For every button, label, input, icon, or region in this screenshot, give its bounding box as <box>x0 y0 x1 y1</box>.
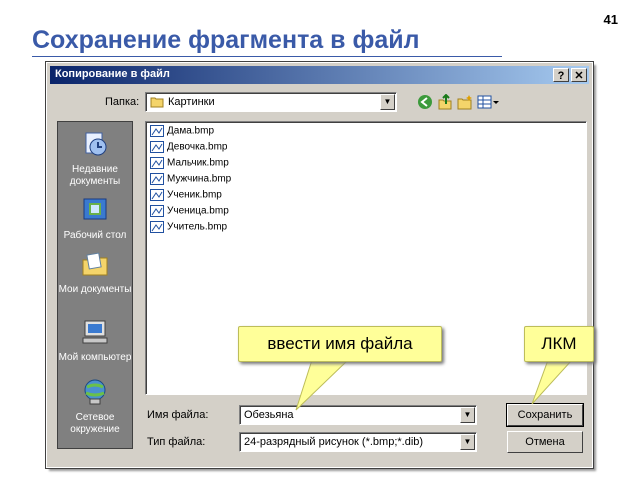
place-recent[interactable]: Недавние документы <box>58 130 132 188</box>
filename-value: Обезьяна <box>244 409 294 421</box>
place-label: Сетевое окружение <box>70 412 120 435</box>
list-item[interactable]: Мужчина.bmp <box>150 173 231 189</box>
folder-icon <box>150 97 164 108</box>
list-item[interactable]: Ученица.bmp <box>150 205 229 221</box>
cancel-button[interactable]: Отмена <box>507 431 583 453</box>
help-button[interactable]: ? <box>553 68 569 82</box>
save-button[interactable]: Сохранить <box>506 403 584 427</box>
list-item[interactable]: Ученик.bmp <box>150 189 222 205</box>
list-item[interactable]: Дама.bmp <box>150 125 214 141</box>
slide-title: Сохранение фрагмента в файл <box>32 26 420 54</box>
places-bar: Недавние документы Рабочий стол Мои доку… <box>57 121 133 449</box>
bitmap-file-icon <box>150 125 164 137</box>
network-icon <box>84 379 106 405</box>
folder-combo[interactable]: Картинки ▼ <box>145 92 397 112</box>
filename-label: Имя файла: <box>147 409 209 421</box>
file-name: Ученица.bmp <box>167 205 229 217</box>
place-network[interactable]: Сетевое окружение <box>58 378 132 436</box>
file-name: Мужчина.bmp <box>167 173 232 185</box>
callout-click: ЛКМ <box>524 326 594 362</box>
file-name: Дама.bmp <box>167 125 215 137</box>
folder-value: Картинки <box>168 96 215 108</box>
my-computer-icon <box>82 320 108 344</box>
place-label: Недавние документы <box>69 164 121 187</box>
bitmap-file-icon <box>150 189 164 201</box>
my-documents-icon <box>82 252 108 276</box>
filetype-value: 24-разрядный рисунок (*.bmp;*.dib) <box>244 436 424 448</box>
desktop-icon <box>83 198 107 220</box>
bitmap-file-icon <box>150 157 164 169</box>
file-name: Мальчик.bmp <box>167 157 229 169</box>
place-desktop[interactable]: Рабочий стол <box>58 196 132 242</box>
dialog-title: Копирование в файл <box>55 68 170 80</box>
filetype-label: Тип файла: <box>147 436 206 448</box>
file-name: Ученик.bmp <box>167 189 222 201</box>
folder-label: Папка: <box>105 96 140 108</box>
filename-input[interactable]: Обезьяна ▼ <box>239 405 477 425</box>
chevron-down-icon[interactable]: ▼ <box>380 94 395 110</box>
up-folder-icon[interactable] <box>437 94 453 110</box>
dialog-titlebar[interactable]: Копирование в файл ? ✕ <box>50 66 589 84</box>
recent-documents-icon <box>85 132 107 156</box>
file-name: Девочка.bmp <box>167 141 228 153</box>
place-label: Мой компьютер <box>58 352 132 363</box>
list-item[interactable]: Девочка.bmp <box>150 141 227 157</box>
new-folder-icon[interactable] <box>457 94 473 110</box>
list-item[interactable]: Мальчик.bmp <box>150 157 229 173</box>
back-icon[interactable] <box>417 94 433 110</box>
save-dialog: Копирование в файл ? ✕ Папка: Картинки ▼… <box>45 61 594 469</box>
bitmap-file-icon <box>150 173 164 185</box>
list-item[interactable]: Учитель.bmp <box>150 221 227 237</box>
slide-number: 41 <box>603 12 618 27</box>
bitmap-file-icon <box>150 141 164 153</box>
chevron-down-icon[interactable]: ▼ <box>460 407 475 423</box>
place-label: Мои документы <box>58 284 132 295</box>
chevron-down-icon[interactable]: ▼ <box>460 434 475 450</box>
callout-enter-name: ввести имя файла <box>238 326 442 362</box>
filetype-select[interactable]: 24-разрядный рисунок (*.bmp;*.dib) ▼ <box>239 432 477 452</box>
place-my-documents[interactable]: Мои документы <box>58 250 132 296</box>
place-label: Рабочий стол <box>63 230 127 241</box>
view-menu-icon[interactable] <box>477 94 499 110</box>
bitmap-file-icon <box>150 221 164 233</box>
file-name: Учитель.bmp <box>167 221 228 233</box>
close-button[interactable]: ✕ <box>571 68 587 82</box>
title-rule <box>32 56 502 57</box>
place-my-computer[interactable]: Мой компьютер <box>58 318 132 364</box>
bitmap-file-icon <box>150 205 164 217</box>
